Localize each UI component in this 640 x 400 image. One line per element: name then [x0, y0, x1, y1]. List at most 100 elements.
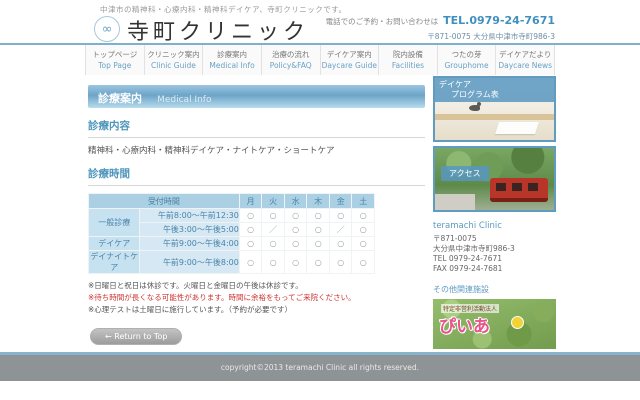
nav-label-jp: デイケア案内 — [321, 49, 379, 60]
npo-name: ぴいあ — [439, 312, 490, 337]
mark-cell: ○ — [285, 237, 307, 250]
mark-cell: ／ — [330, 223, 352, 236]
sidebar-fax: FAX 0979-24-7681 — [433, 264, 556, 274]
return-to-top-button[interactable]: ← Return to Top — [90, 328, 182, 345]
table-header-row: 受付時間 月 火 水 木 金 土 — [89, 194, 374, 208]
book-graphic — [495, 122, 539, 134]
nav-label-en: Daycare News — [496, 61, 554, 70]
page-title: 診療案内 — [98, 92, 142, 105]
npo-yellow-dot-graphic — [511, 316, 524, 329]
mark-cell: ○ — [240, 223, 262, 236]
nav-item-clinic-guide[interactable]: クリニック案内 Clinic Guide — [144, 45, 203, 75]
hours-notes: ※日曜日と祝日は休診です。火曜日と金曜日の午後は休診です。 ※待ち時間が長くなる… — [88, 281, 425, 314]
clinic-name: 寺町クリニック — [127, 14, 309, 46]
category-cell: デイケア — [89, 237, 139, 250]
nav-label-en: Daycare Guide — [321, 61, 379, 70]
nav-item-daycare-guide[interactable]: デイケア案内 Daycare Guide — [320, 45, 379, 75]
nav-label-jp: 院内設備 — [379, 49, 437, 60]
npo-peer-banner[interactable]: 特定非営利活動法人 ぴいあ — [433, 299, 556, 349]
contact-phone[interactable]: TEL.0979-24-7671 — [443, 14, 555, 27]
nav-label-jp: 治療の流れ — [262, 49, 320, 60]
daycare-banner-label: デイケア プログラム表 — [435, 78, 554, 102]
category-cell: デイナイトケア — [89, 251, 139, 273]
sidebar-clinic-info: teramachi Clinic 〒871-0075 大分県中津市寺町986-3… — [433, 221, 556, 274]
nav-label-en: Top Page — [86, 61, 144, 70]
header-contact: 電話でのご予約・お問い合わせはTEL.0979-24-7671 〒871-007… — [326, 9, 555, 42]
path-graphic — [435, 194, 475, 210]
daycare-banner-label-line2: プログラム表 — [439, 90, 550, 100]
mark-cell: ○ — [285, 251, 307, 273]
note-holiday: ※日曜日と祝日は休診です。火曜日と金曜日の午後は休診です。 — [88, 281, 425, 291]
mark-cell: ○ — [352, 223, 374, 236]
mark-cell: ○ — [262, 251, 284, 273]
nav-item-grouphome[interactable]: つたの芽 Grouphome — [437, 45, 496, 75]
day-header: 水 — [285, 194, 307, 208]
mark-cell: ○ — [240, 237, 262, 250]
main-content: 診療案内 Medical Info 診療内容 精神科・心療内科・精神科デイケア・… — [88, 85, 425, 345]
nav-item-top-page[interactable]: トップページ Top Page — [85, 45, 144, 75]
page-title-en: Medical Info — [157, 95, 211, 105]
mark-cell: ○ — [330, 237, 352, 250]
note-waiting-time: ※待ち時間が長くなる可能性があります。時間に余裕をもってご来院ください。 — [88, 293, 425, 303]
medical-content-heading: 診療内容 — [88, 118, 425, 138]
nav-item-facilities[interactable]: 院内設備 Facilities — [378, 45, 437, 75]
contact-label: 電話でのご予約・お問い合わせは — [326, 17, 439, 26]
time-cell: 午後3:00〜午後5:00 — [140, 223, 238, 236]
day-header: 金 — [330, 194, 352, 208]
table-row: デイナイトケア 午前9:00〜午後8:00 ○ ○ ○ ○ ○ ○ — [89, 251, 374, 273]
day-header: 火 — [262, 194, 284, 208]
category-cell: 一般診療 — [89, 209, 139, 236]
mark-cell: ○ — [240, 251, 262, 273]
time-cell: 午前8:00〜午前12:30 — [140, 209, 238, 222]
mark-cell: ○ — [262, 209, 284, 222]
page-title-banner: 診療案内 Medical Info — [88, 85, 425, 108]
footer: copyright©2013 teramachi Clinic all righ… — [0, 355, 640, 381]
nav-item-policy-faq[interactable]: 治療の流れ Policy&FAQ — [261, 45, 320, 75]
nav-label-en: Clinic Guide — [145, 61, 203, 70]
mark-cell: ○ — [285, 223, 307, 236]
nav-label-jp: クリニック案内 — [145, 49, 203, 60]
sidebar-tel: TEL 0979-24-7671 — [433, 254, 556, 264]
mark-cell: ○ — [262, 237, 284, 250]
day-header: 土 — [352, 194, 374, 208]
time-cell: 午前9:00〜午後8:00 — [140, 251, 238, 273]
mark-cell: ○ — [307, 251, 329, 273]
mark-cell: ○ — [285, 209, 307, 222]
nav-label-en: Facilities — [379, 61, 437, 70]
mark-cell: ○ — [307, 209, 329, 222]
nav-item-daycare-news[interactable]: デイケアだより Daycare News — [495, 45, 555, 75]
note-psych-test: ※心理テストは土曜日に施行しています。（予約が必要です） — [88, 305, 425, 315]
page: 中津市の精神科・心療内科・精神科デイケア、寺町クリニックです。 ∞ 寺町クリニッ… — [0, 0, 640, 400]
train-graphic — [490, 178, 548, 202]
related-facilities-heading: その他関連施設 — [433, 284, 556, 295]
banner-ledge-graphic — [435, 114, 554, 120]
mark-cell: ○ — [240, 209, 262, 222]
nav-label-en: Medical Info — [203, 61, 261, 70]
nav-label-jp: デイケアだより — [496, 49, 554, 60]
access-banner-label: アクセス — [441, 166, 489, 181]
reception-header: 受付時間 — [89, 194, 239, 208]
sidebar-clinic-name[interactable]: teramachi Clinic — [433, 221, 556, 231]
time-cell: 午前9:00〜午後4:00 — [140, 237, 238, 250]
day-header: 月 — [240, 194, 262, 208]
mark-cell: ○ — [307, 223, 329, 236]
day-header: 木 — [307, 194, 329, 208]
daycare-program-banner[interactable]: デイケア プログラム表 — [433, 76, 556, 142]
main-nav: トップページ Top Page クリニック案内 Clinic Guide 診療案… — [85, 45, 555, 75]
mark-cell: ○ — [352, 237, 374, 250]
hours-table: 受付時間 月 火 水 木 金 土 一般診療 午前8:00〜午前12:30 ○ ○… — [88, 193, 375, 274]
sidebar-postal: 〒871-0075 — [433, 234, 556, 244]
bird-graphic — [469, 105, 480, 111]
daycare-banner-label-line1: デイケア — [439, 80, 471, 89]
table-row: 一般診療 午前8:00〜午前12:30 ○ ○ ○ ○ ○ ○ — [89, 209, 374, 222]
mark-cell: ○ — [330, 209, 352, 222]
nav-item-medical-info[interactable]: 診療案内 Medical Info — [202, 45, 261, 75]
hours-heading: 診療時間 — [88, 166, 425, 186]
medical-content-text: 精神科・心療内科・精神科デイケア・ナイトケア・ショートケア — [88, 144, 425, 156]
access-banner[interactable]: アクセス — [433, 146, 556, 212]
nav-label-jp: つたの芽 — [438, 49, 496, 60]
nav-label-jp: トップページ — [86, 49, 144, 60]
mark-cell: ○ — [330, 251, 352, 273]
mark-cell: ／ — [262, 223, 284, 236]
nav-label-en: Policy&FAQ — [262, 61, 320, 70]
